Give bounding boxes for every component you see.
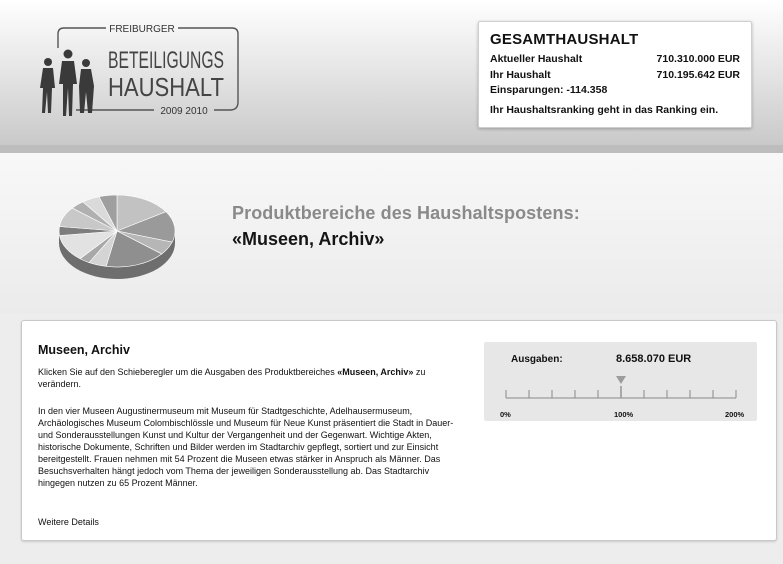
slider-label: Ausgaben:: [511, 354, 563, 365]
slider-handle-icon[interactable]: [616, 376, 626, 384]
summary-title: GESAMTHAUSHALT: [490, 31, 639, 48]
slider-ticks: [505, 386, 737, 399]
your-budget-row: Ihr Haushalt 710.195.642 EUR: [490, 68, 740, 84]
savings-row: Einsparungen: -114.358: [490, 83, 740, 99]
section-heading-subtitle: Produktbereiche des Haushaltspostens:: [232, 203, 580, 223]
slider-tick-min: 0%: [500, 410, 511, 419]
current-budget-row: Aktueller Haushalt 710.310.000 EUR: [490, 52, 740, 68]
content-intro: Klicken Sie auf den Schieberegler um die…: [38, 366, 458, 390]
product-areas-pie-chart[interactable]: [55, 183, 185, 288]
content-title: Museen, Archiv: [38, 343, 130, 357]
expenditure-slider-box: Ausgaben: 8.658.070 EUR 0% 100% 200%: [484, 342, 757, 421]
logo-text-years: 2009 2010: [160, 106, 208, 117]
your-budget-label: Ihr Haushalt: [490, 68, 551, 81]
logo-text-haushalt: HAUSHALT: [108, 72, 224, 102]
more-details-link[interactable]: Weitere Details: [38, 517, 99, 527]
slider-tick-mid: 100%: [614, 410, 634, 419]
people-silhouettes-icon: [40, 49, 94, 116]
beteiligungshaushalt-logo[interactable]: FREIBURGER BETEILIGUNGS HAUSHALT 2009 20…: [36, 18, 246, 128]
savings-text: Einsparungen: -114.358: [490, 84, 608, 96]
current-budget-label: Aktueller Haushalt: [490, 53, 583, 65]
current-budget-value: 710.310.000 EUR: [656, 53, 740, 65]
slider-tick-max: 200%: [725, 410, 745, 419]
expenditure-slider[interactable]: [503, 376, 739, 406]
header-divider: [0, 145, 783, 153]
content-description: In den vier Museen Augustinermuseum mit …: [38, 406, 454, 488]
section-heading: Produktbereiche des Haushaltspostens: «M…: [232, 203, 580, 250]
content-panel: Museen, Archiv Klicken Sie auf den Schie…: [21, 320, 777, 541]
your-budget-value: 710.195.642 EUR: [656, 68, 740, 81]
pie-slices: [58, 194, 176, 279]
budget-summary-box: GESAMTHAUSHALT Aktueller Haushalt 710.31…: [478, 21, 752, 128]
logo-text-beteiligungs: BETEILIGUNGS: [108, 47, 224, 74]
intro-text-start: Klicken Sie auf den Schieberegler um die…: [38, 367, 338, 377]
section-heading-title: «Museen, Archiv»: [232, 229, 385, 249]
slider-value: 8.658.070 EUR: [616, 353, 692, 365]
intro-text-bold: «Museen, Archiv»: [337, 367, 414, 377]
logo-text-freiburger: FREIBURGER: [109, 24, 175, 35]
ranking-note: Ihr Haushaltsranking geht in das Ranking…: [490, 103, 719, 116]
